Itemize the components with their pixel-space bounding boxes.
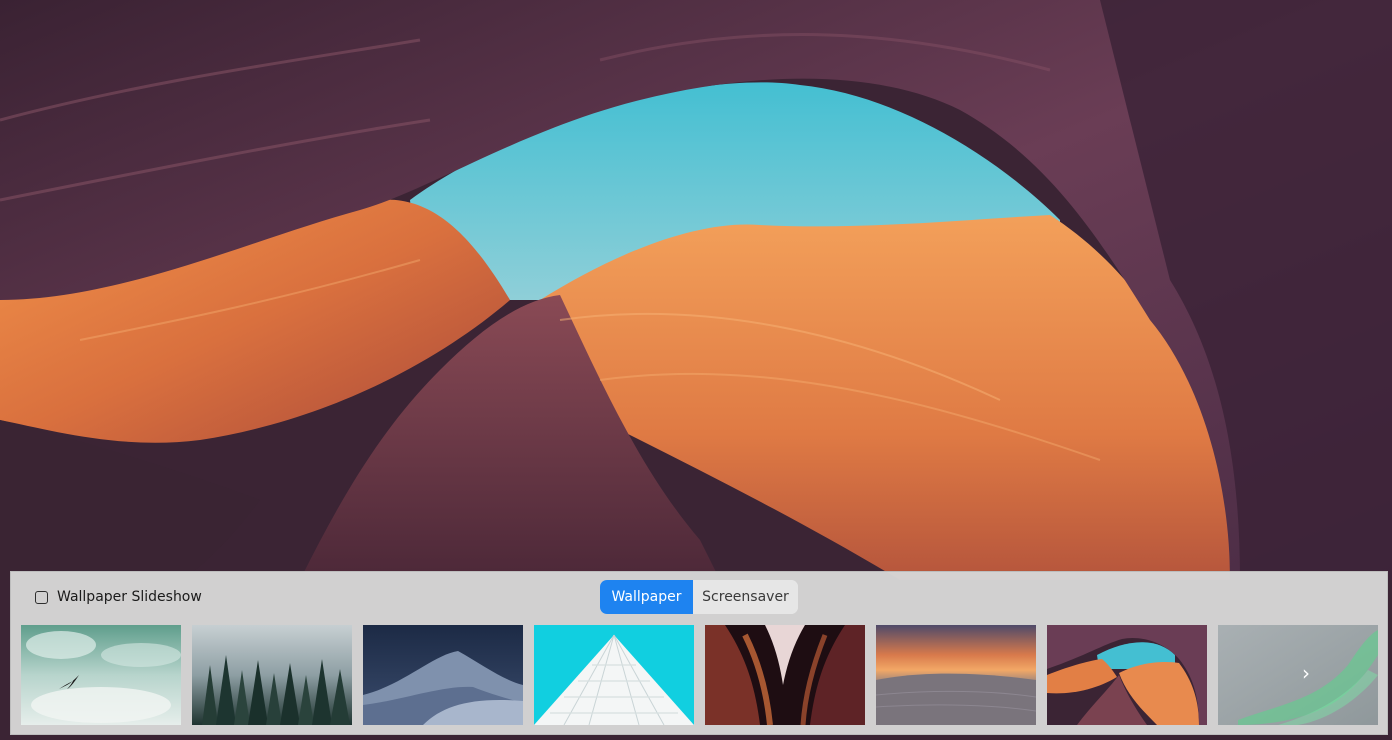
desktop: Wallpaper Slideshow Wallpaper Screensave… xyxy=(0,0,1392,740)
next-page-chevron-icon[interactable]: › xyxy=(1302,663,1310,683)
tab-screensaver[interactable]: Screensaver xyxy=(693,580,798,614)
thumbnail-blue-dunes[interactable] xyxy=(363,625,523,725)
thumbnail-dark-canyon[interactable] xyxy=(705,625,865,725)
tab-wallpaper[interactable]: Wallpaper xyxy=(600,580,693,614)
thumbnail-desert-sunset[interactable] xyxy=(876,625,1036,725)
wallpaper-slideshow-toggle[interactable]: Wallpaper Slideshow xyxy=(35,589,202,605)
thumbnail-white-building[interactable] xyxy=(534,625,694,725)
wallpaper-picker-panel: Wallpaper Slideshow Wallpaper Screensave… xyxy=(10,571,1388,735)
thumbnail-aurora[interactable]: › xyxy=(1218,625,1378,725)
thumbnail-misty-forest[interactable] xyxy=(192,625,352,725)
mode-segmented-control: Wallpaper Screensaver xyxy=(600,580,798,614)
thumbnail-antelope-canyon[interactable] xyxy=(1047,625,1207,725)
wallpaper-thumbnail-strip: › xyxy=(21,625,1378,725)
slideshow-label: Wallpaper Slideshow xyxy=(57,589,202,605)
slideshow-checkbox[interactable] xyxy=(35,590,48,604)
thumbnail-bird-over-clouds[interactable] xyxy=(21,625,181,725)
